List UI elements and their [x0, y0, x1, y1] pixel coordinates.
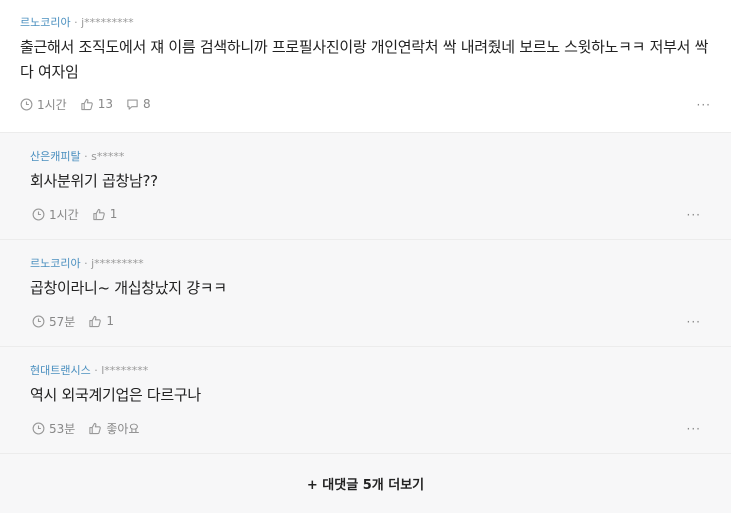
reply-content: 역시 외국계기업은 다르구나: [30, 386, 201, 404]
more-options-icon[interactable]: ···: [687, 423, 701, 435]
username: l********: [101, 364, 149, 377]
clock-icon: [32, 208, 45, 220]
more-options-icon[interactable]: ···: [687, 316, 701, 328]
company-name[interactable]: 르노코리아: [30, 257, 81, 270]
reply-content: 곱창이라니~ 개십창났지 걍ㅋㅋ: [30, 279, 227, 297]
like-label: 좋아요: [106, 421, 140, 436]
comment-count: 8: [143, 97, 151, 111]
time-label: 57분: [49, 314, 76, 329]
time-stat: 57분: [32, 313, 75, 330]
thumbs-up-icon: [89, 422, 102, 434]
comment-icon: [127, 98, 138, 110]
reply-stats: 53분 좋아요: [32, 420, 152, 436]
time-label: 1시간: [37, 97, 67, 112]
thumbs-up-icon: [81, 98, 93, 110]
post-content: 출근해서 조직도에서 쟤 이름 검색하니까 프로필사진이랑 개인연락처 싹 내려…: [20, 38, 709, 81]
company-name[interactable]: 현대트랜시스: [30, 364, 91, 377]
meta-separator: ·: [84, 150, 88, 163]
like-button[interactable]: 1: [92, 207, 118, 221]
thumbs-up-icon: [93, 208, 105, 220]
reply-item: 산은캐피탈 · s***** 회사분위기 곱창남?? 1시간 1 ···: [0, 133, 731, 240]
reply-item: 르노코리아 · j********* 곱창이라니~ 개십창났지 걍ㅋㅋ 57분 …: [0, 240, 731, 347]
time-label: 1시간: [49, 207, 79, 222]
like-button[interactable]: 좋아요: [88, 420, 139, 437]
more-options-icon[interactable]: ···: [687, 209, 701, 221]
username: j*********: [81, 16, 134, 29]
username: j*********: [91, 257, 144, 270]
time-label: 53분: [49, 421, 76, 436]
company-name[interactable]: 산은캐피탈: [30, 150, 81, 163]
reply-author-line: 르노코리아 · j*********: [30, 256, 701, 272]
meta-separator: ·: [84, 257, 88, 270]
like-button[interactable]: 1: [88, 314, 114, 328]
more-options-icon[interactable]: ···: [697, 99, 711, 111]
reply-content: 회사분위기 곱창남??: [30, 172, 158, 190]
reply-author-line: 현대트랜시스 · l********: [30, 363, 701, 379]
clock-icon: [32, 315, 45, 327]
post: 르노코리아 · j********* 출근해서 조직도에서 쟤 이름 검색하니까…: [0, 0, 731, 133]
comment-button[interactable]: 8: [126, 97, 151, 111]
reply-stats: 57분 1: [32, 313, 127, 329]
like-count: 1: [106, 314, 114, 328]
meta-separator: ·: [94, 364, 98, 377]
post-author-line: 르노코리아 · j*********: [20, 14, 711, 32]
time-stat: 53분: [32, 420, 75, 437]
time-stat: 1시간: [32, 206, 79, 223]
load-more-replies-button[interactable]: + 대댓글 5개 더보기: [0, 454, 731, 513]
reply-item: 현대트랜시스 · l******** 역시 외국계기업은 다르구나 53분 좋아…: [0, 347, 731, 454]
thumbs-up-icon: [89, 315, 102, 327]
username: s*****: [91, 150, 125, 163]
reply-author-line: 산은캐피탈 · s*****: [30, 149, 701, 165]
company-name[interactable]: 르노코리아: [20, 16, 71, 29]
post-stats: 1시간 13 8: [20, 96, 164, 112]
like-count: 1: [109, 207, 118, 221]
like-button[interactable]: 13: [80, 97, 113, 111]
clock-icon: [20, 98, 33, 110]
time-stat: 1시간: [20, 96, 67, 113]
reply-stats: 1시간 1: [32, 206, 130, 222]
meta-separator: ·: [74, 16, 78, 29]
like-count: 13: [97, 97, 113, 111]
clock-icon: [32, 422, 45, 434]
